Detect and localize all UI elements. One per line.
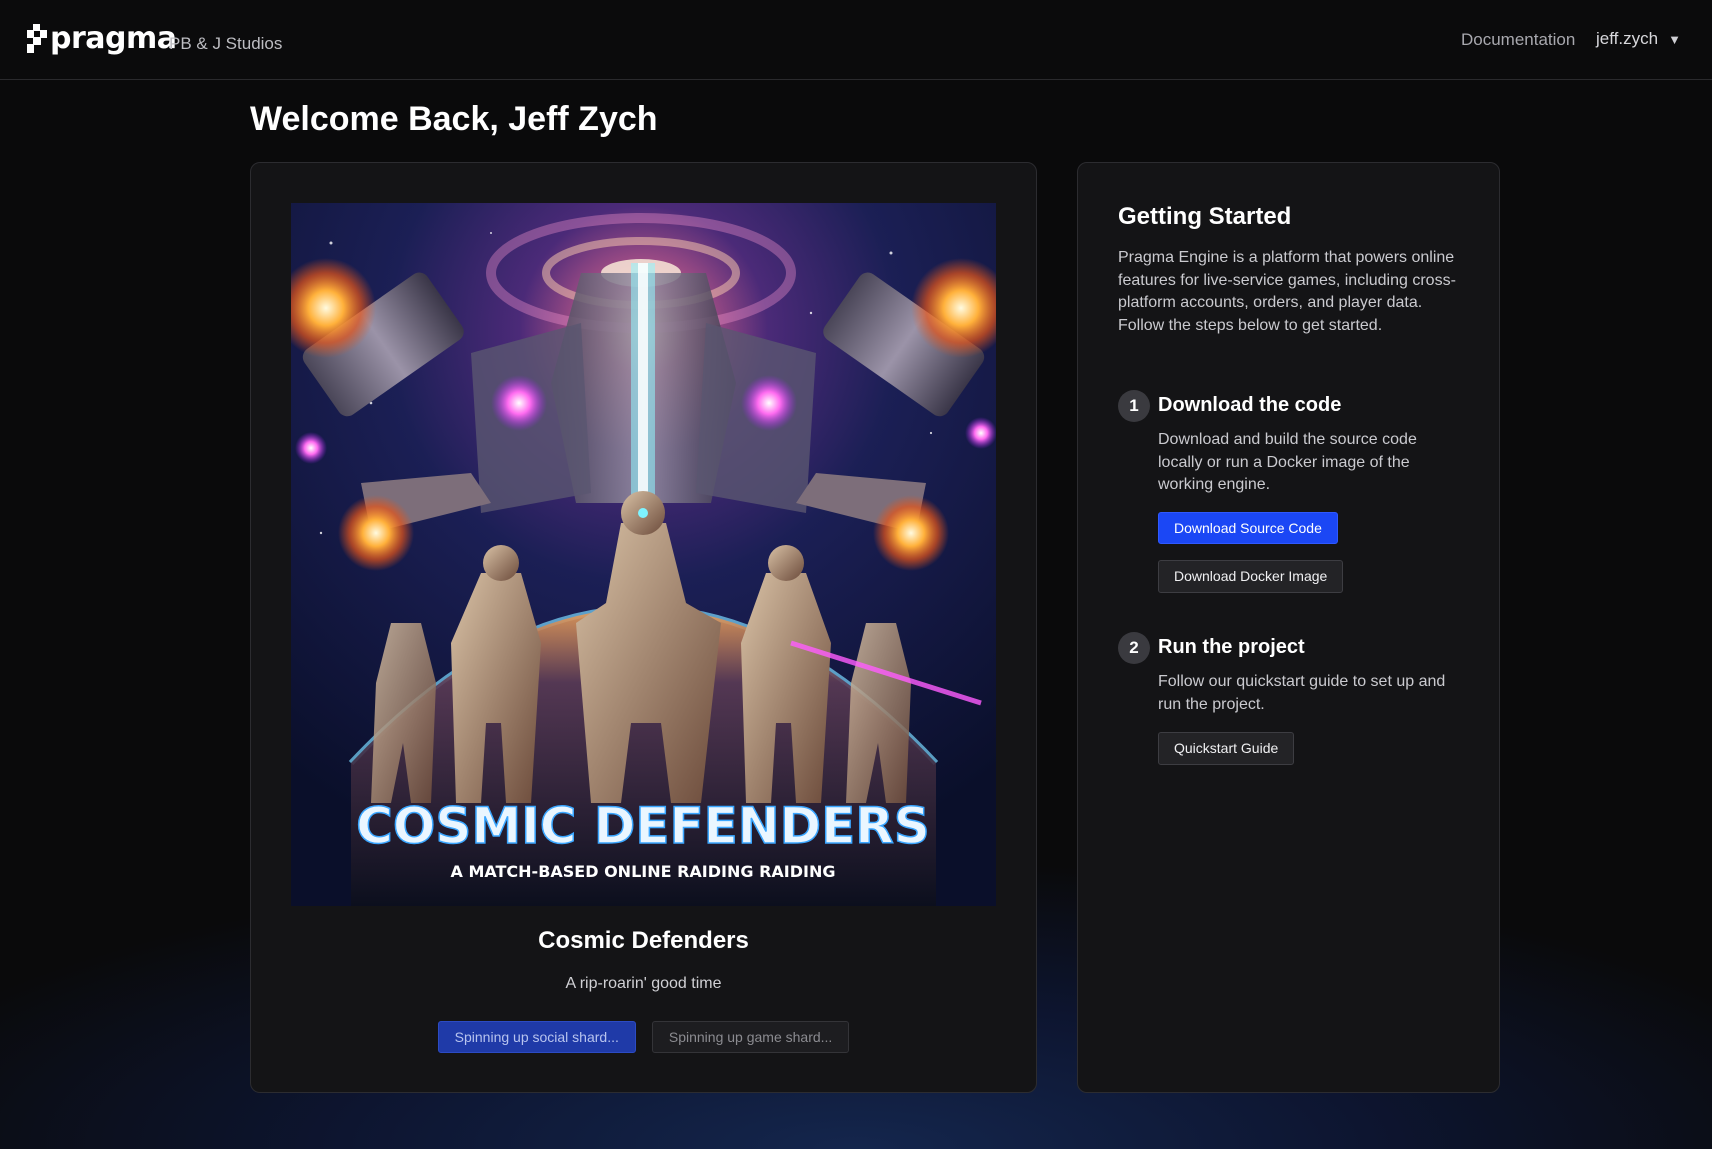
cover-tagline: A MATCH-BASED ONLINE RAIDING RAIDING xyxy=(450,862,835,881)
game-cover-image: COSMIC DEFENDERS A MATCH-BASED ONLINE RA… xyxy=(291,203,996,906)
step-title-2: Run the project xyxy=(1158,636,1305,658)
pragma-logo-icon xyxy=(27,24,47,54)
game-subtitle: A rip-roarin' good time xyxy=(565,975,722,992)
step-description-1: Download and build the source code local… xyxy=(1158,431,1417,493)
game-shard-button[interactable]: Spinning up game shard... xyxy=(651,1021,850,1053)
username-label: jeff.zych xyxy=(1596,29,1659,48)
game-card: COSMIC DEFENDERS A MATCH-BASED ONLINE RA… xyxy=(250,162,1037,1093)
social-shard-button[interactable]: Spinning up social shard... xyxy=(437,1021,636,1053)
game-title: Cosmic Defenders xyxy=(538,927,749,954)
download-source-code-button[interactable]: Download Source Code xyxy=(1158,512,1338,544)
step-title-1: Download the code xyxy=(1158,394,1342,416)
documentation-link[interactable]: Documentation xyxy=(1461,30,1575,50)
download-docker-image-button[interactable]: Download Docker Image xyxy=(1158,560,1344,593)
quickstart-guide-button[interactable]: Quickstart Guide xyxy=(1158,732,1295,765)
studio-name: PB & J Studios xyxy=(169,34,283,53)
shard-status-buttons: Spinning up social shard... Spinning up … xyxy=(251,1021,1036,1053)
getting-started-card: Getting Started Pragma Engine is a platf… xyxy=(1077,162,1500,1093)
chevron-down-icon: ▼ xyxy=(1668,31,1681,47)
getting-started-description: Pragma Engine is a platform that powers … xyxy=(1118,249,1456,334)
top-bar: pragma PB & J Studios Documentation jeff… xyxy=(0,0,1712,80)
cover-headline: COSMIC DEFENDERS xyxy=(356,797,930,855)
pragma-logo[interactable]: pragma xyxy=(27,24,177,54)
getting-started-title: Getting Started xyxy=(1118,203,1292,230)
step-number-2: 2 xyxy=(1118,632,1150,664)
user-menu[interactable]: jeff.zych ▼ xyxy=(1596,29,1681,49)
page-title: Welcome Back, Jeff Zych xyxy=(250,100,658,138)
brand-name: pragma xyxy=(50,21,177,56)
step-number-1: 1 xyxy=(1118,390,1150,422)
step-description-2: Follow our quickstart guide to set up an… xyxy=(1158,673,1446,713)
